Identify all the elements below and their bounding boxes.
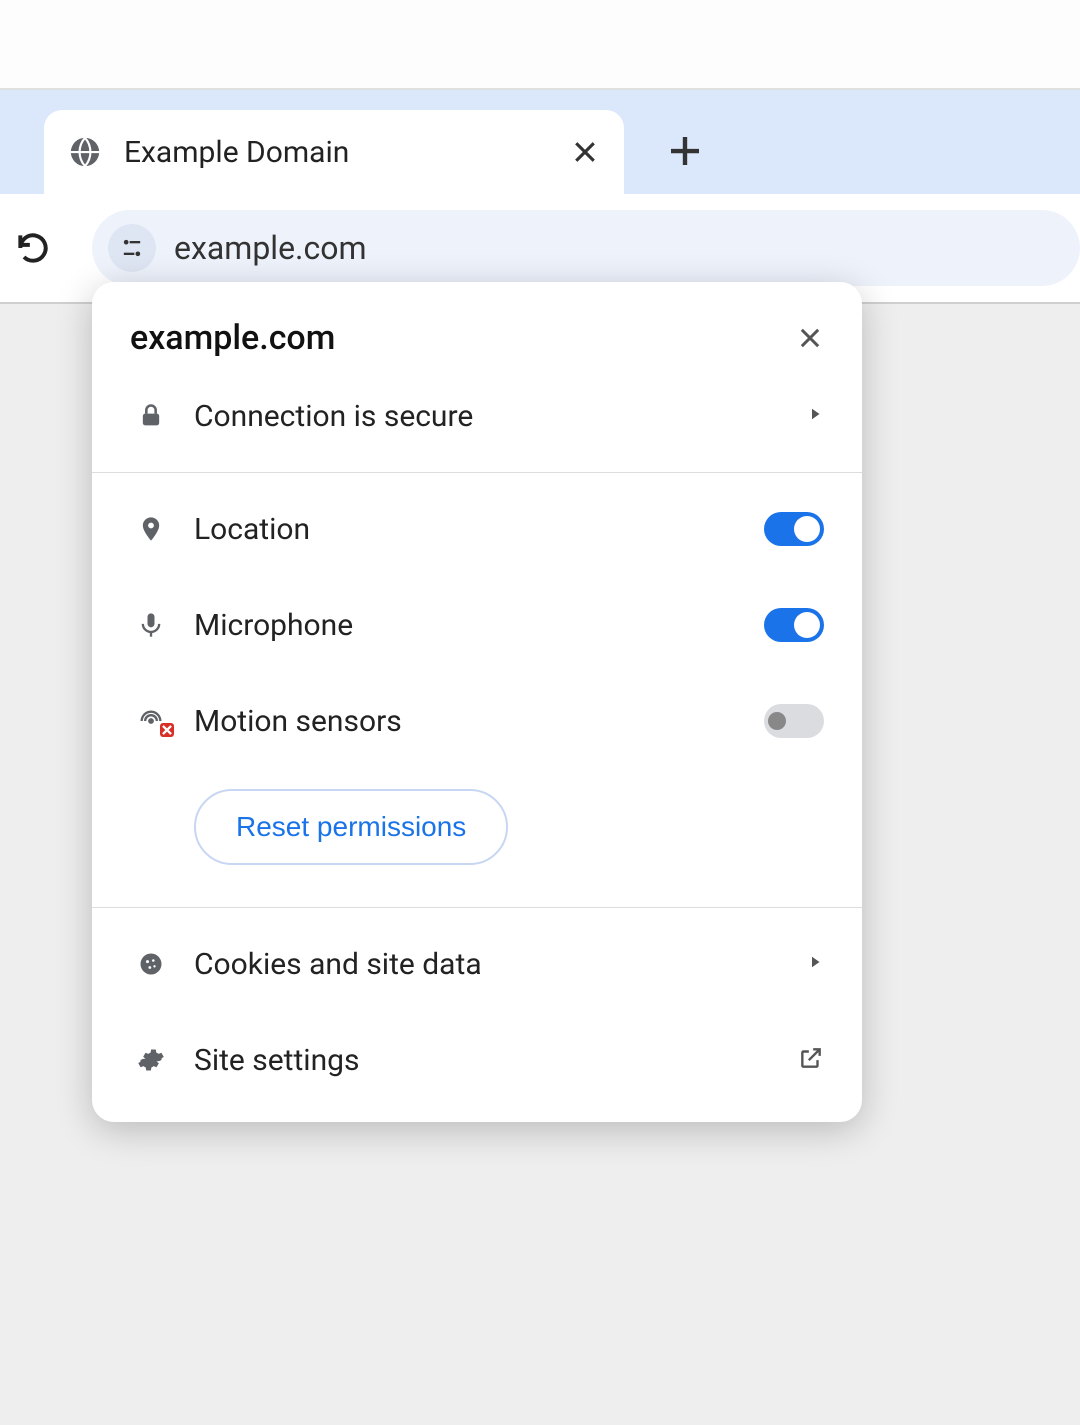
blocked-badge-icon: [160, 723, 174, 737]
microphone-icon: [130, 611, 172, 639]
motion-toggle[interactable]: [764, 704, 824, 738]
popover-close-button[interactable]: [796, 324, 824, 352]
popover-title: example.com: [130, 318, 335, 358]
permission-motion-row: Motion sensors: [92, 673, 862, 769]
gear-icon: [130, 1046, 172, 1074]
location-label: Location: [194, 512, 764, 547]
site-settings-row[interactable]: Site settings: [92, 1012, 862, 1108]
external-link-icon: [798, 1045, 824, 1075]
motion-label: Motion sensors: [194, 704, 764, 739]
divider: [92, 472, 862, 473]
motion-sensors-icon: [130, 707, 172, 735]
lock-icon: [130, 402, 172, 430]
site-settings-label: Site settings: [194, 1043, 798, 1078]
cookies-label: Cookies and site data: [194, 947, 806, 982]
close-tab-icon[interactable]: [570, 137, 600, 167]
new-tab-button[interactable]: [664, 130, 706, 172]
chevron-right-icon: [806, 405, 824, 427]
connection-row[interactable]: Connection is secure: [92, 368, 862, 464]
omnibox[interactable]: example.com: [92, 210, 1080, 286]
site-info-popover: example.com Connection is secure Locatio…: [92, 282, 862, 1122]
cookies-row[interactable]: Cookies and site data: [92, 916, 862, 1012]
divider: [92, 907, 862, 908]
permission-location-row: Location: [92, 481, 862, 577]
reset-permissions-button[interactable]: Reset permissions: [194, 789, 508, 865]
microphone-label: Microphone: [194, 608, 764, 643]
permission-microphone-row: Microphone: [92, 577, 862, 673]
chevron-right-icon: [806, 953, 824, 975]
cookie-icon: [130, 950, 172, 978]
tab-strip: Example Domain: [0, 90, 1080, 194]
url-text: example.com: [174, 229, 367, 267]
reload-button[interactable]: [14, 229, 52, 267]
tab-title: Example Domain: [124, 135, 570, 170]
globe-icon: [68, 135, 102, 169]
connection-label: Connection is secure: [194, 399, 806, 434]
window-titlebar-spacer: [0, 0, 1080, 90]
tab-active[interactable]: Example Domain: [44, 110, 624, 194]
microphone-toggle[interactable]: [764, 608, 824, 642]
location-icon: [130, 515, 172, 543]
location-toggle[interactable]: [764, 512, 824, 546]
site-info-button[interactable]: [108, 224, 156, 272]
